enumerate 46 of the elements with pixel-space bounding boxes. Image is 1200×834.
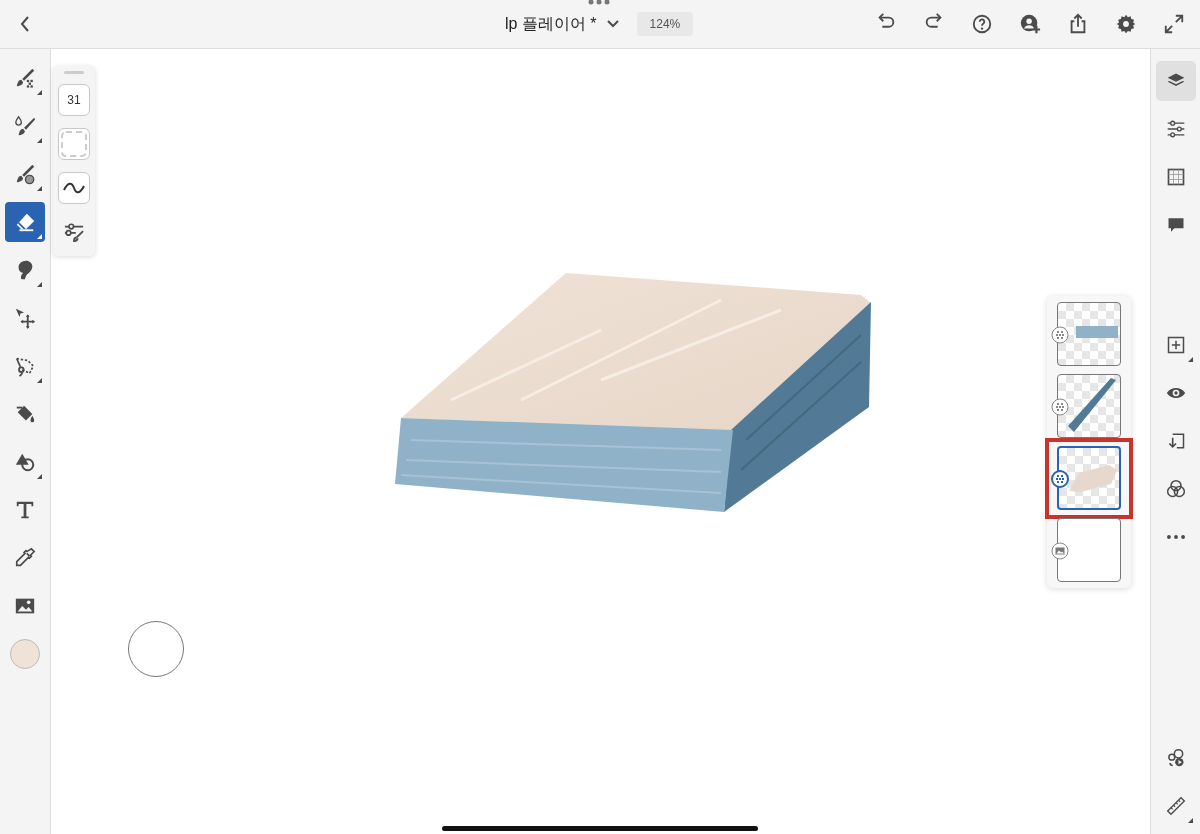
- more-dots-icon: [588, 0, 610, 5]
- tool-button[interactable]: [5, 202, 45, 242]
- layer-content-drawing: [1076, 326, 1118, 338]
- toolbar-button[interactable]: [1155, 61, 1196, 101]
- color-swatch[interactable]: [10, 639, 40, 669]
- adjust-sliders-icon: [1165, 119, 1186, 139]
- settings-icon: [1115, 13, 1137, 35]
- live-brush-icon: [14, 115, 36, 137]
- lasso-selection-icon: [14, 355, 36, 377]
- eyedropper-icon: [14, 547, 36, 569]
- layer-content-drawing: [1068, 378, 1116, 432]
- layer-thumbnail[interactable]: [1057, 374, 1121, 438]
- expand-icon: [1163, 13, 1185, 35]
- brush-flow-button[interactable]: [58, 172, 90, 204]
- eraser-icon: [14, 211, 36, 233]
- vector-brush-icon: [14, 163, 36, 185]
- more-icon: [1166, 535, 1185, 539]
- help-icon: [971, 13, 993, 35]
- shapes-icon: [14, 451, 36, 473]
- add-layer-icon: [1165, 335, 1186, 355]
- layer-content-drawing: [1069, 465, 1117, 495]
- layer-thumbnail[interactable]: [1057, 518, 1121, 582]
- brush-settings-icon: [63, 222, 85, 242]
- person-add-icon: [1019, 13, 1041, 35]
- move-transform-icon: [14, 307, 36, 329]
- document-title[interactable]: lp 플레이어 *: [505, 9, 619, 39]
- wave-icon: [63, 182, 85, 194]
- blend-circles-icon: [1165, 479, 1186, 499]
- pixel-layer-icon: [1051, 470, 1069, 488]
- drag-handle[interactable]: [64, 71, 84, 74]
- shapes-play-icon: [1165, 748, 1186, 768]
- pixel-layer-icon: [1051, 326, 1069, 344]
- brush-size-button[interactable]: 31: [58, 84, 90, 116]
- pixel-brush-icon: [14, 67, 36, 89]
- ruler-icon: [1165, 796, 1186, 816]
- paint-bucket-icon: [14, 403, 36, 425]
- grid-icon: [1165, 167, 1186, 187]
- chevron-left-icon: [20, 16, 30, 32]
- layer-thumbnail[interactable]: [1057, 446, 1121, 510]
- image-layer-icon: [1051, 542, 1069, 560]
- zoom-level[interactable]: 124%: [636, 12, 694, 36]
- layer-thumbnail[interactable]: [1057, 302, 1121, 366]
- text-tool-icon: [14, 499, 36, 521]
- soft-edge-icon: [59, 129, 89, 159]
- caret-down-icon: [606, 20, 619, 28]
- pixel-layer-icon: [1051, 398, 1069, 416]
